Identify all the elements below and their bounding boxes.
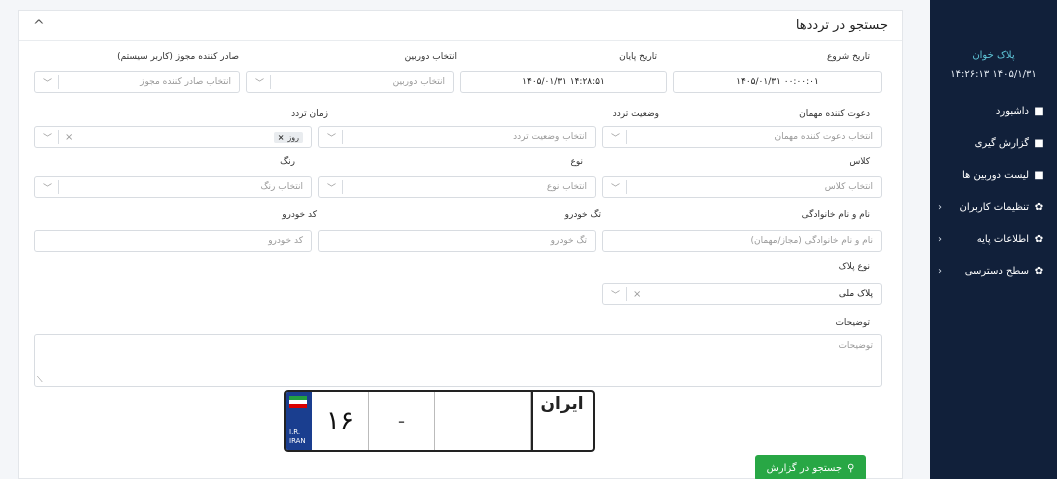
- car-code-label: کد خودرو: [282, 210, 317, 220]
- sidebar-item-label: داشبورد: [995, 105, 1029, 117]
- type-select[interactable]: انتخاب نوع ﹀: [318, 176, 596, 198]
- resize-handle-icon[interactable]: ⟋: [37, 375, 43, 385]
- chevron-left-icon: ‹: [938, 233, 942, 245]
- chevron-down-icon: ﹀: [43, 78, 53, 89]
- color-label: رنگ: [280, 157, 295, 167]
- chevron-down-icon: ﹀: [611, 183, 621, 194]
- traffic-status-label: وضعیت تردد: [612, 109, 659, 119]
- color-select[interactable]: انتخاب رنگ ﹀: [34, 176, 312, 198]
- car-tag-input[interactable]: تگ خودرو: [318, 230, 596, 252]
- plate-type-label: نوع پلاک: [838, 262, 870, 272]
- gear-icon: ✿: [1034, 233, 1044, 245]
- plate-type-select[interactable]: پلاک ملی × ﹀: [602, 283, 882, 305]
- sidebar-item-label: لیست دوربین ها: [961, 169, 1029, 181]
- sidebar-item-access-level[interactable]: ✿ سطح دسترسی ‹: [930, 256, 1057, 286]
- issuer-select[interactable]: انتخاب صادر کننده مجوز ﹀: [34, 71, 240, 93]
- traffic-time-label: زمان تردد: [291, 109, 328, 119]
- chip-remove-icon[interactable]: ×: [278, 133, 285, 142]
- chevron-down-icon: ﹀: [43, 183, 53, 194]
- plate-country: IRAN: [289, 437, 306, 445]
- page-title: جستجو در ترددها: [795, 18, 888, 33]
- type-label: نوع: [570, 157, 583, 167]
- chevron-left-icon: ‹: [938, 265, 942, 277]
- traffic-status-select[interactable]: انتخاب وضعیت تردد ﹀: [318, 126, 596, 148]
- fullname-input[interactable]: نام و نام خانوادگی (مجاز/مهمان): [602, 230, 882, 252]
- inviter-select[interactable]: انتخاب دعوت کننده مهمان ﹀: [602, 126, 882, 148]
- collapse-button[interactable]: ^: [33, 18, 45, 34]
- folder-icon: ■: [1034, 137, 1044, 149]
- folder-icon: ■: [1034, 169, 1044, 181]
- folder-icon: ■: [1034, 105, 1044, 117]
- clear-icon[interactable]: ×: [65, 132, 73, 143]
- sidebar-item-label: اطلاعات پایه: [976, 233, 1029, 245]
- sidebar-item-cameras[interactable]: ■ لیست دوربین ها: [930, 160, 1057, 190]
- plate-country-code: I.R.: [289, 428, 301, 436]
- clear-icon[interactable]: ×: [633, 289, 641, 300]
- camera-label: انتخاب دوربین: [404, 52, 457, 62]
- plate-digits-field[interactable]: [435, 392, 531, 450]
- search-report-label: جستجو در گزارش: [766, 462, 843, 474]
- fullname-label: نام و نام خانوادگی: [801, 210, 870, 220]
- traffic-time-chip[interactable]: روز ×: [273, 131, 303, 143]
- chevron-down-icon: ﹀: [611, 290, 621, 301]
- notes-textarea[interactable]: توضیحات ⟋: [34, 334, 882, 387]
- chevron-down-icon: ﹀: [611, 133, 621, 144]
- sidebar-item-reports[interactable]: ■ گزارش گیری: [930, 128, 1057, 158]
- plate-iran-label: ایران: [540, 394, 584, 414]
- chevron-left-icon: ‹: [938, 201, 942, 213]
- traffic-time-select[interactable]: روز × × ﹀: [34, 126, 312, 148]
- gear-icon: ✿: [1034, 265, 1044, 277]
- plate-flag-strip: I.R. IRAN: [286, 392, 312, 450]
- sidebar-item-label: گزارش گیری: [974, 137, 1029, 149]
- plate-number-field[interactable]: ۱۶: [312, 392, 369, 450]
- start-date-input[interactable]: ۱۴۰۵/۰۱/۳۱ ۰۰:۰۰:۰۱: [673, 71, 882, 93]
- chevron-down-icon: ﹀: [43, 133, 53, 144]
- class-select[interactable]: انتخاب کلاس ﹀: [602, 176, 882, 198]
- notes-label: توضیحات: [835, 318, 870, 328]
- start-date-label: تاریخ شروع: [827, 52, 870, 62]
- sidebar-item-dashboard[interactable]: ■ داشبورد: [930, 96, 1057, 126]
- iran-flag-icon: [289, 396, 307, 408]
- sidebar-item-user-settings[interactable]: ✿ تنظیمات کاربران ‹: [930, 192, 1057, 222]
- sidebar: پلاک خوان ۱۴۰۵/۱/۳۱ ۱۴:۲۶:۱۳ ■ داشبورد ■ گ…: [930, 0, 1057, 479]
- search-report-button[interactable]: ⚲ جستجو در گزارش: [755, 455, 866, 479]
- brand-name: پلاک خوان: [972, 50, 1015, 61]
- current-datetime: ۱۴۰۵/۱/۳۱ ۱۴:۲۶:۱۳: [950, 69, 1037, 80]
- sidebar-item-base-info[interactable]: ✿ اطلاعات پایه ‹: [930, 224, 1057, 254]
- inviter-label: دعوت کننده مهمان: [799, 109, 870, 119]
- chevron-down-icon: ﹀: [255, 78, 265, 89]
- sidebar-item-label: سطح دسترسی: [964, 265, 1029, 277]
- chevron-down-icon: ﹀: [327, 133, 337, 144]
- search-icon: ⚲: [847, 462, 855, 474]
- license-plate: I.R. IRAN ۱۶ - ایران: [284, 390, 595, 452]
- end-date-label: تاریخ پایان: [619, 52, 657, 62]
- car-tag-label: تگ خودرو: [564, 210, 601, 220]
- plate-region-field[interactable]: ایران: [531, 392, 591, 450]
- card-header: جستجو در ترددها ^: [19, 11, 902, 41]
- car-code-input[interactable]: کد خودرو: [34, 230, 312, 252]
- end-date-input[interactable]: ۱۴۰۵/۰۱/۳۱ ۱۴:۲۸:۵۱: [460, 71, 667, 93]
- plate-letter-field[interactable]: -: [369, 392, 435, 450]
- camera-select[interactable]: انتخاب دوربین ﹀: [246, 71, 454, 93]
- sidebar-item-label: تنظیمات کاربران: [959, 201, 1029, 213]
- gear-icon: ✿: [1034, 201, 1044, 213]
- class-label: کلاس: [849, 157, 870, 167]
- chevron-down-icon: ﹀: [327, 183, 337, 194]
- issuer-label: صادر کننده مجوز (کاربر سیستم): [117, 52, 239, 62]
